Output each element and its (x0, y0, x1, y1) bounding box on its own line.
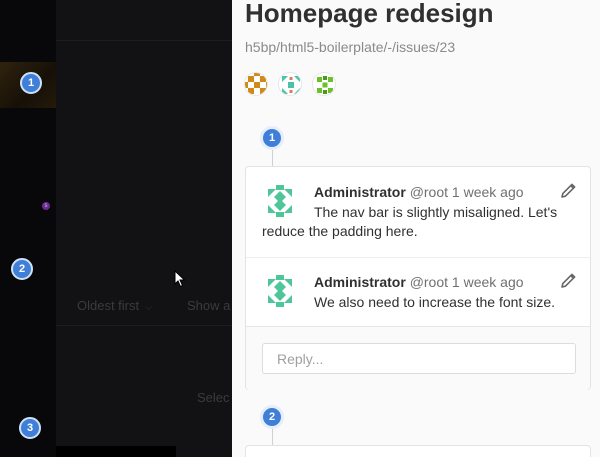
comment-author[interactable]: Administrator (314, 184, 406, 200)
dimmed-backdrop[interactable]: s Oldest first ⌵ Show a Selec 1 2 3 (0, 0, 232, 457)
comment-body: We also need to increase the font size. (314, 294, 555, 310)
divider (56, 325, 232, 326)
select-label[interactable]: Selec (197, 390, 230, 405)
chevron-down-icon: ⌵ (145, 302, 152, 312)
green-identicon-icon (313, 73, 335, 95)
show-filter-label[interactable]: Show a (187, 298, 230, 313)
bottom-bar (56, 446, 176, 457)
discussion-thread (245, 445, 591, 457)
avatar[interactable] (244, 72, 268, 96)
orange-identicon-icon (245, 73, 267, 95)
issue-reference-link[interactable]: h5bp/html5-boilerplate/-/issues/23 (245, 39, 455, 55)
comment-header: Administrator @root 1 week ago (314, 274, 524, 290)
comment-divider (246, 257, 590, 258)
comment-timestamp[interactable]: 1 week ago (452, 274, 524, 290)
participants-list (244, 72, 336, 96)
pencil-icon[interactable] (560, 273, 576, 289)
issue-side-panel: Homepage redesign h5bp/html5-boilerplate… (232, 0, 600, 457)
step-marker-1[interactable]: 1 (20, 72, 42, 94)
comment-handle[interactable]: @root (410, 184, 448, 200)
sort-dropdown-label: Oldest first (77, 298, 140, 313)
comment-timestamp[interactable]: 1 week ago (452, 184, 524, 200)
discussion-step-1[interactable]: 1 (260, 126, 284, 150)
comment-author[interactable]: Administrator (314, 274, 406, 290)
sort-dropdown[interactable]: Oldest first ⌵ (77, 298, 152, 313)
comment-header: Administrator @root 1 week ago (314, 184, 524, 200)
comment-body: The nav bar is slightly misaligned. Let'… (262, 204, 558, 239)
avatar[interactable] (312, 72, 336, 96)
reply-area (246, 326, 590, 390)
comment-handle[interactable]: @root (410, 274, 448, 290)
divider (56, 40, 232, 41)
status-badge: s (42, 202, 50, 210)
pencil-icon[interactable] (560, 183, 576, 199)
discussion-step-2[interactable]: 2 (260, 405, 284, 429)
reply-input[interactable] (262, 343, 576, 374)
teal-identicon-icon (279, 73, 301, 95)
mouse-cursor-icon (174, 270, 186, 288)
avatar[interactable] (278, 72, 302, 96)
step-marker-2[interactable]: 2 (11, 258, 33, 280)
step-marker-3[interactable]: 3 (19, 417, 41, 439)
page-title: Homepage redesign (245, 0, 494, 28)
discussion-thread: Administrator @root 1 week ago The nav b… (245, 166, 591, 390)
